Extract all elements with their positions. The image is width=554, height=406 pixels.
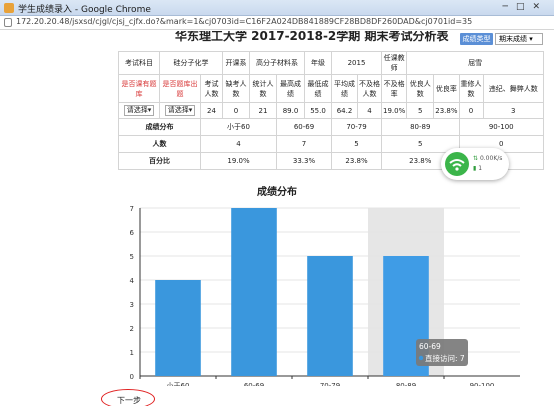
- x-tick-label: 小于60: [167, 381, 190, 386]
- network-speed: 0.00K/s: [479, 155, 503, 162]
- bar: [307, 256, 353, 376]
- value-cell: 89.0: [276, 102, 305, 119]
- value-cell: 19.0%: [380, 102, 408, 119]
- y-tick-label: 7: [130, 205, 134, 213]
- course-code-label: 开课系: [222, 51, 250, 75]
- range-cell: 小于60: [200, 118, 277, 136]
- count-cell: 5: [331, 135, 382, 153]
- value-cell: 4: [357, 102, 382, 119]
- page-content: 华东理工大学 2017-2018-2学期 期末考试分析表 成绩类型 期末成绩 ▾…: [0, 31, 554, 406]
- table-row: 请选择▾ 请选择▾ 24 0 21 89.0 55.0 64.2 4 19.0%…: [118, 102, 544, 119]
- header-cell: 考试人数: [200, 74, 223, 103]
- y-tick-label: 0: [130, 373, 134, 381]
- grade-distribution-chart: 0 1 2 3 4 5 6 7 小于60 60-69 70-79 80-89 90-100 60-69 直接…: [130, 205, 520, 386]
- table-row: 考试科目 硅分子化学 开课系 高分子材料系 年级 2015 任课教师 屈雪: [118, 51, 544, 75]
- value-cell: 23.8%: [433, 102, 460, 119]
- bar: [231, 208, 277, 376]
- header-cell: 是否题库出题: [159, 74, 201, 103]
- question-bank-select-cell: 请选择▾: [118, 102, 160, 119]
- percent-label: 百分比: [118, 152, 201, 170]
- header-cell: 优良率: [433, 74, 460, 103]
- header-cell: 平均成绩: [331, 74, 358, 103]
- tooltip-label: 直接访问: 7: [425, 353, 465, 363]
- select-value: 请选择: [167, 106, 189, 114]
- question-bank-select[interactable]: 请选择▾: [123, 105, 155, 116]
- header-cell: 最高成绩: [276, 74, 305, 103]
- distribution-label: 成绩分布: [118, 118, 201, 136]
- year-value: 2015: [331, 51, 382, 75]
- value-cell: 5: [406, 102, 435, 119]
- range-cell: 80-89: [381, 118, 460, 136]
- tooltip-dot: [418, 355, 424, 361]
- exam-subject-value: 硅分子化学: [159, 51, 223, 75]
- value-cell: 21: [249, 102, 277, 119]
- count-cell: 7: [276, 135, 332, 153]
- value-cell: 0: [458, 102, 484, 119]
- network-count: 1: [478, 165, 483, 172]
- percent-cell: 23.8%: [331, 152, 382, 170]
- value-cell: 64.2: [331, 102, 358, 119]
- year-label: 年级: [304, 51, 332, 75]
- header-cell: 不及格人数: [357, 74, 382, 103]
- y-tick-label: 6: [130, 229, 135, 237]
- teacher-value: 屈雪: [406, 51, 544, 75]
- page-title: 华东理工大学 2017-2018-2学期 期末考试分析表: [175, 31, 449, 43]
- y-tick-label: 1: [130, 349, 134, 357]
- favicon-icon: [4, 3, 14, 13]
- bar: [155, 280, 201, 376]
- value-cell: 0: [222, 102, 250, 119]
- x-tick-label: 90-100: [470, 382, 495, 386]
- network-speed-widget[interactable]: ⇅ 0.00K/s ▮ 1: [441, 148, 509, 180]
- window-controls[interactable]: ─□✕: [503, 2, 548, 12]
- course-code-value: 高分子材料系: [249, 51, 305, 75]
- table-row: 是否课有题库 是否题库出题 考试人数 缺考人数 统计人数 最高成绩 最低成绩 平…: [118, 74, 544, 103]
- phone-icon: ▮: [473, 165, 477, 172]
- header-cell: 缺考人数: [222, 74, 250, 103]
- exam-subject-label: 考试科目: [118, 51, 160, 75]
- range-cell: 90-100: [458, 118, 544, 136]
- header-cell: 重修人数: [458, 74, 484, 103]
- select-value: 请选择: [126, 106, 148, 114]
- wifi-icon: [445, 152, 469, 176]
- next-step-button[interactable]: 下一步: [117, 395, 141, 406]
- range-cell: 60-69: [276, 118, 332, 136]
- header-cell: 统计人数: [249, 74, 277, 103]
- header-cell: 不及格率: [380, 74, 408, 103]
- y-tick-label: 5: [130, 253, 134, 261]
- teacher-label: 任课教师: [380, 51, 408, 75]
- header-cell: 违纪、舞弊人数: [482, 74, 544, 103]
- window-title: 学生成绩录入 - Google Chrome: [18, 5, 151, 15]
- value-cell: 3: [482, 102, 544, 119]
- window-titlebar: 学生成绩录入 - Google Chrome ─□✕: [0, 0, 554, 16]
- percent-cell: 33.3%: [276, 152, 332, 170]
- y-tick-label: 2: [130, 325, 134, 333]
- percent-cell: 19.0%: [200, 152, 277, 170]
- score-type-select-value: 期末成绩: [499, 35, 527, 43]
- header-cell: 优良人数: [406, 74, 435, 103]
- address-url[interactable]: 172.20.20.48/jsxsd/cjgl/cjsj_cjfx.do?&ma…: [16, 17, 472, 26]
- range-cell: 70-79: [331, 118, 382, 136]
- header-cell: 最低成绩: [304, 74, 332, 103]
- x-tick-label: 60-69: [244, 382, 264, 386]
- y-tick-label: 4: [130, 277, 135, 285]
- value-cell: 24: [200, 102, 223, 119]
- x-tick-label: 80-89: [396, 382, 416, 386]
- score-type-select[interactable]: 期末成绩 ▾: [495, 33, 543, 45]
- count-label: 人数: [118, 135, 201, 153]
- address-bar[interactable]: 172.20.20.48/jsxsd/cjgl/cjsj_cjfx.do?&ma…: [0, 16, 554, 30]
- value-cell: 55.0: [304, 102, 332, 119]
- page-info-icon[interactable]: [4, 18, 12, 27]
- tooltip-title: 60-69: [419, 342, 441, 351]
- x-tick-label: 70-79: [320, 382, 340, 386]
- y-tick-label: 3: [130, 301, 134, 309]
- header-cell: 是否课有题库: [118, 74, 160, 103]
- upload-arrow-icon: ⇅: [473, 155, 479, 162]
- table-row: 成绩分布 小于60 60-69 70-79 80-89 90-100: [118, 118, 544, 136]
- count-cell: 4: [200, 135, 277, 153]
- score-type-button[interactable]: 成绩类型: [460, 33, 493, 45]
- bank-exam-select-cell: 请选择▾: [159, 102, 201, 119]
- bank-exam-select[interactable]: 请选择▾: [164, 105, 196, 116]
- network-stats: ⇅ 0.00K/s ▮ 1: [473, 154, 502, 174]
